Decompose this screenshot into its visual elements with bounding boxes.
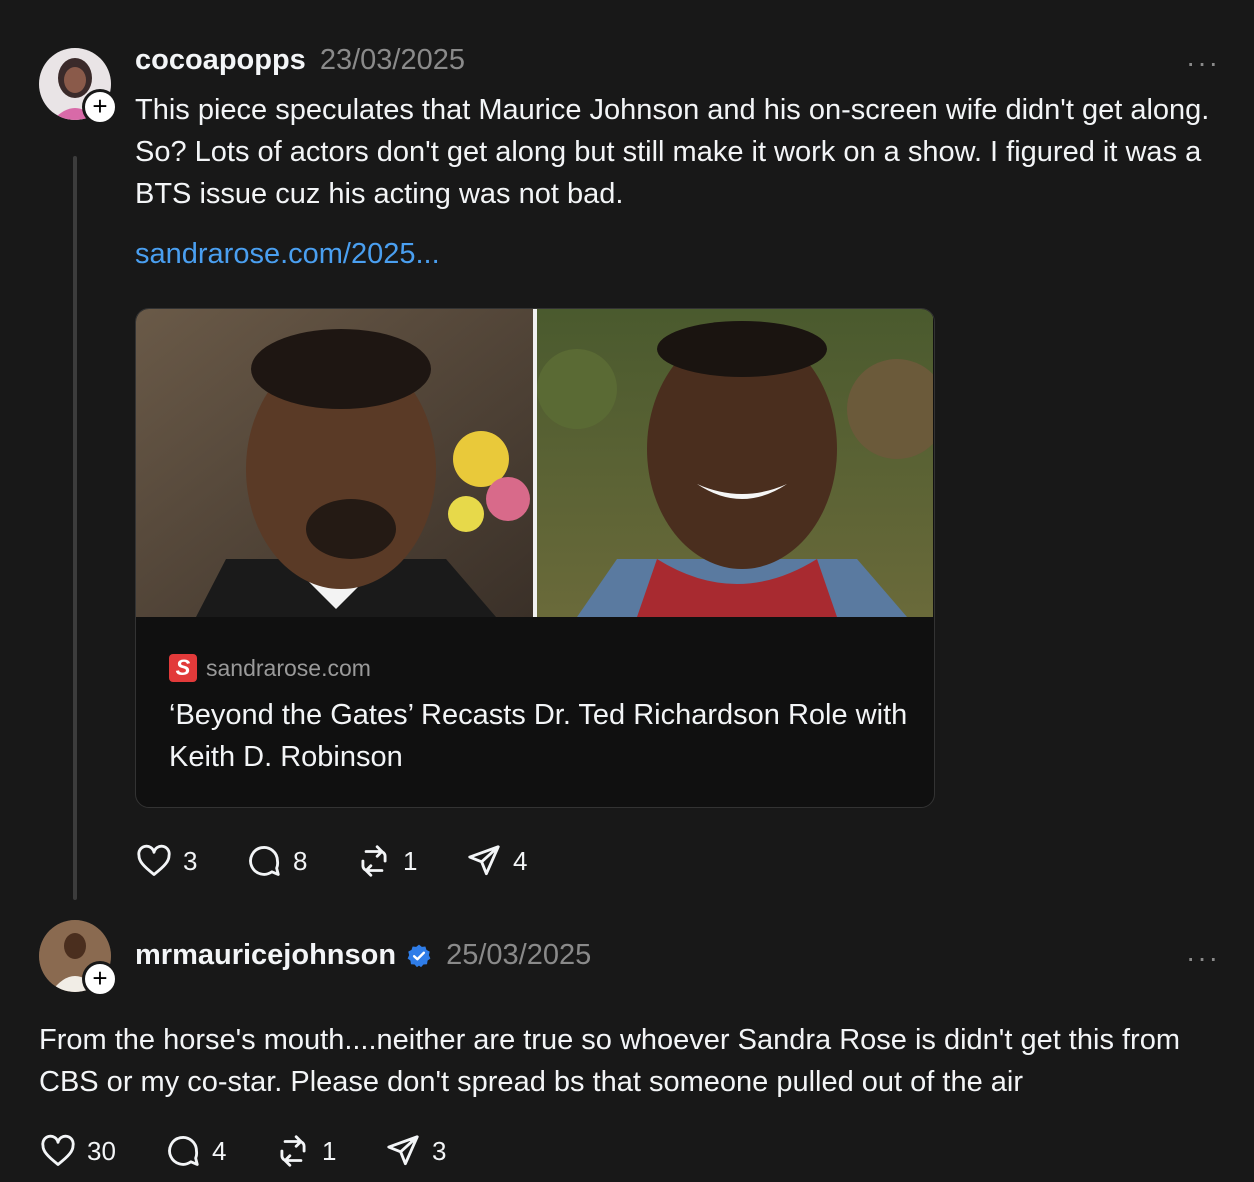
repost-icon bbox=[280, 1135, 306, 1167]
like-button[interactable]: 30 bbox=[39, 1132, 164, 1170]
follow-plus-icon[interactable]: + bbox=[82, 89, 118, 125]
preview-image bbox=[136, 309, 934, 617]
comment-icon bbox=[249, 846, 280, 876]
repost-icon bbox=[361, 845, 387, 877]
repost-count: 1 bbox=[322, 1135, 337, 1166]
reply-button[interactable]: 4 bbox=[164, 1132, 274, 1170]
share-count: 4 bbox=[513, 845, 528, 876]
repost-count: 1 bbox=[403, 845, 418, 876]
action-bar: 30 4 1 3 bbox=[39, 1132, 494, 1170]
username[interactable]: cocoapopps bbox=[135, 44, 306, 77]
like-button[interactable]: 3 bbox=[135, 842, 245, 880]
send-icon bbox=[387, 1135, 419, 1166]
follow-plus-icon[interactable]: + bbox=[82, 961, 118, 997]
post-header: mrmauricejohnson 25/03/2025 bbox=[135, 939, 591, 972]
send-icon bbox=[468, 845, 500, 876]
post-date[interactable]: 25/03/2025 bbox=[446, 939, 591, 972]
site-favicon-icon: S bbox=[169, 654, 197, 682]
like-count: 3 bbox=[183, 845, 198, 876]
card-title: ‘Beyond the Gates’ Recasts Dr. Ted Richa… bbox=[169, 699, 908, 773]
reply-count: 4 bbox=[212, 1135, 227, 1166]
post-header: cocoapopps 23/03/2025 bbox=[135, 44, 465, 77]
verified-badge-icon bbox=[407, 944, 431, 967]
reply-button[interactable]: 8 bbox=[245, 842, 355, 880]
username[interactable]: mrmauricejohnson bbox=[135, 939, 396, 972]
share-button[interactable]: 3 bbox=[384, 1132, 494, 1170]
post-link[interactable]: sandrarose.com/2025... bbox=[135, 238, 440, 271]
comment-icon bbox=[168, 1136, 199, 1166]
heart-icon bbox=[137, 844, 171, 876]
action-bar: 3 8 1 4 bbox=[135, 842, 575, 880]
thread-line bbox=[73, 156, 77, 900]
share-count: 3 bbox=[432, 1135, 447, 1166]
preview-photo-right bbox=[537, 309, 934, 617]
reply-count: 8 bbox=[293, 845, 308, 876]
heart-icon bbox=[41, 1134, 75, 1166]
post-date[interactable]: 23/03/2025 bbox=[320, 44, 465, 77]
card-source: S sandrarose.com bbox=[169, 654, 371, 682]
preview-photo-left bbox=[136, 309, 533, 617]
more-options-icon[interactable]: ··· bbox=[1186, 944, 1220, 972]
like-count: 30 bbox=[87, 1135, 116, 1166]
post-text: From the horse's mouth....neither are tr… bbox=[39, 1024, 1180, 1098]
share-button[interactable]: 4 bbox=[465, 842, 575, 880]
post-text: This piece speculates that Maurice Johns… bbox=[135, 94, 1210, 210]
card-site-name: sandrarose.com bbox=[206, 654, 371, 681]
more-options-icon[interactable]: ··· bbox=[1186, 49, 1220, 77]
link-preview-card[interactable]: S sandrarose.com ‘Beyond the Gates’ Reca… bbox=[135, 308, 935, 808]
repost-button[interactable]: 1 bbox=[355, 842, 465, 880]
repost-button[interactable]: 1 bbox=[274, 1132, 384, 1170]
